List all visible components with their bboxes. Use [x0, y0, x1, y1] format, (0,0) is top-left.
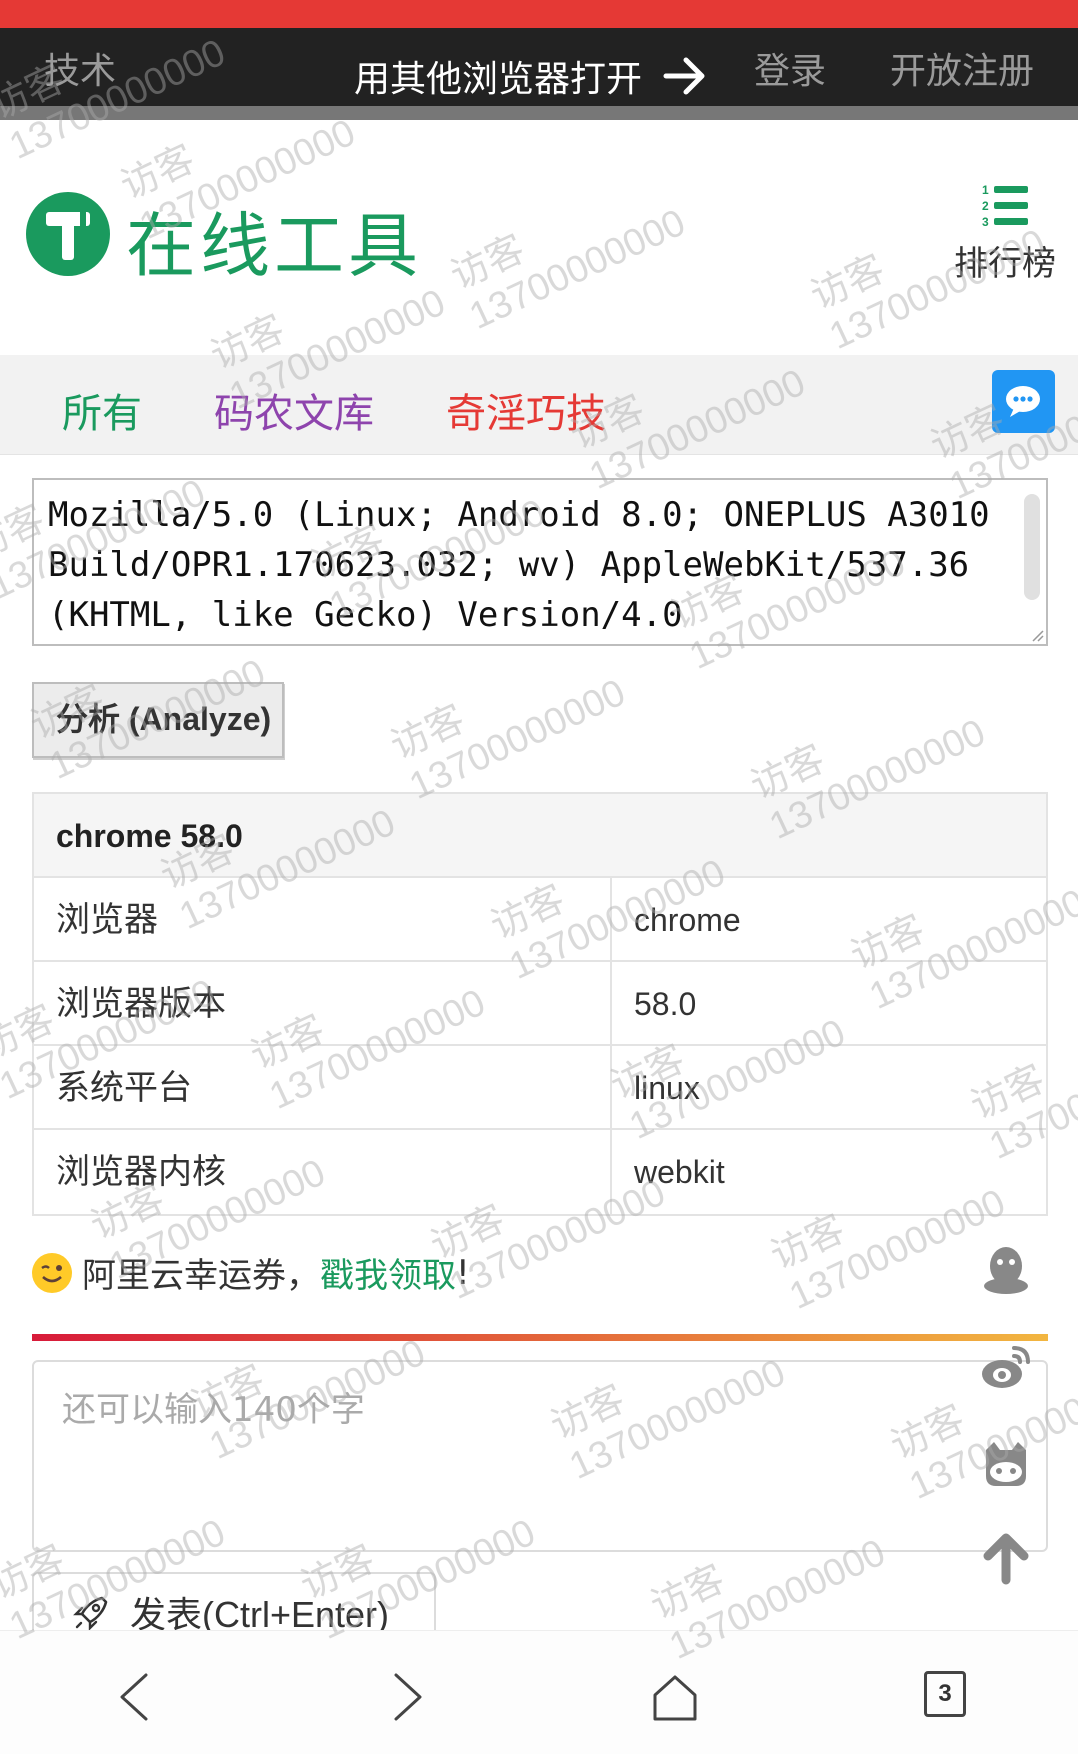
row-key: 浏览器内核 — [34, 1130, 612, 1214]
promo-text: 阿里云幸运券， — [82, 1256, 320, 1296]
github-icon[interactable] — [978, 1436, 1034, 1492]
hammer-logo-icon[interactable] — [26, 192, 110, 276]
top-nav: 技术 用其他浏览器打开 登录 开放注册 — [0, 28, 1078, 106]
divider — [32, 1334, 1048, 1341]
row-value: webkit — [634, 1154, 725, 1190]
status-bar — [0, 0, 1078, 28]
result-heading: chrome 58.0 — [34, 794, 1046, 878]
table-row: 浏览器版本 58.0 — [34, 962, 1046, 1046]
back-icon[interactable] — [106, 1667, 166, 1727]
site-header: 在线工具 1 2 3 排行榜 — [0, 120, 1078, 355]
rocket-icon — [73, 1596, 108, 1631]
chat-bubble-icon — [1006, 386, 1040, 417]
watermark: 访客 13700000000 — [384, 671, 632, 808]
forward-icon[interactable] — [376, 1667, 436, 1727]
comment-placeholder: 还可以输入140个字 — [62, 1390, 365, 1430]
nav-shadow — [0, 106, 1078, 120]
nav-link-tech[interactable]: 技术 — [44, 42, 116, 94]
register-link[interactable]: 开放注册 — [890, 42, 1034, 94]
user-agent-value: Mozilla/5.0 (Linux; Android 8.0; ONEPLUS… — [48, 495, 990, 635]
login-link[interactable]: 登录 — [754, 42, 826, 94]
qq-icon[interactable] — [978, 1242, 1034, 1298]
analyze-button[interactable]: 分析 (Analyze) — [32, 682, 284, 758]
browser-bottom-bar: 3 — [0, 1630, 1078, 1754]
category-bar: 所有 码农文库 奇淫巧技 — [0, 355, 1078, 455]
row-key: 系统平台 — [34, 1046, 612, 1128]
textarea-scrollbar[interactable] — [1024, 494, 1040, 600]
row-value: chrome — [634, 902, 741, 938]
svg-text:3: 3 — [982, 215, 989, 229]
promo-suffix: ! — [456, 1252, 470, 1293]
arrow-right-icon — [663, 57, 705, 95]
home-icon[interactable] — [645, 1667, 705, 1727]
wink-emoji-icon — [32, 1252, 72, 1293]
chat-button[interactable] — [992, 370, 1055, 433]
svg-text:2: 2 — [982, 199, 989, 213]
result-table: chrome 58.0 浏览器 chrome 浏览器版本 58.0 系统平台 l… — [32, 792, 1048, 1216]
category-docs[interactable]: 码农文库 — [214, 381, 374, 439]
open-in-browser-button[interactable]: 用其他浏览器打开 — [354, 50, 708, 102]
table-row: 系统平台 linux — [34, 1046, 1046, 1130]
category-tricks[interactable]: 奇淫巧技 — [446, 381, 606, 439]
row-key: 浏览器 — [34, 878, 612, 960]
table-row: 浏览器内核 webkit — [34, 1130, 1046, 1214]
promo-link[interactable]: 戳我领取 — [320, 1248, 456, 1297]
table-row: 浏览器 chrome — [34, 878, 1046, 962]
comment-textarea[interactable]: 还可以输入140个字 — [32, 1360, 1048, 1552]
row-value: linux — [634, 1070, 700, 1106]
open-in-browser-label: 用其他浏览器打开 — [354, 59, 643, 100]
weibo-icon[interactable] — [978, 1340, 1034, 1396]
resize-handle-icon[interactable] — [1030, 628, 1044, 642]
back-to-top-icon[interactable] — [978, 1530, 1034, 1586]
site-title[interactable]: 在线工具 — [126, 190, 422, 291]
user-agent-textarea[interactable]: Mozilla/5.0 (Linux; Android 8.0; ONEPLUS… — [32, 478, 1048, 646]
ordered-list-icon: 1 2 3 — [982, 183, 1028, 229]
row-value: 58.0 — [634, 986, 697, 1022]
ranking-label: 排行榜 — [954, 244, 1056, 284]
category-all[interactable]: 所有 — [62, 381, 142, 439]
tabs-count-button[interactable]: 3 — [924, 1671, 966, 1717]
promo-line: 阿里云幸运券， 戳我领取 ! — [32, 1248, 470, 1297]
ranking-button[interactable]: 1 2 3 排行榜 — [950, 180, 1060, 285]
row-key: 浏览器版本 — [34, 962, 612, 1044]
svg-text:1: 1 — [982, 183, 989, 197]
